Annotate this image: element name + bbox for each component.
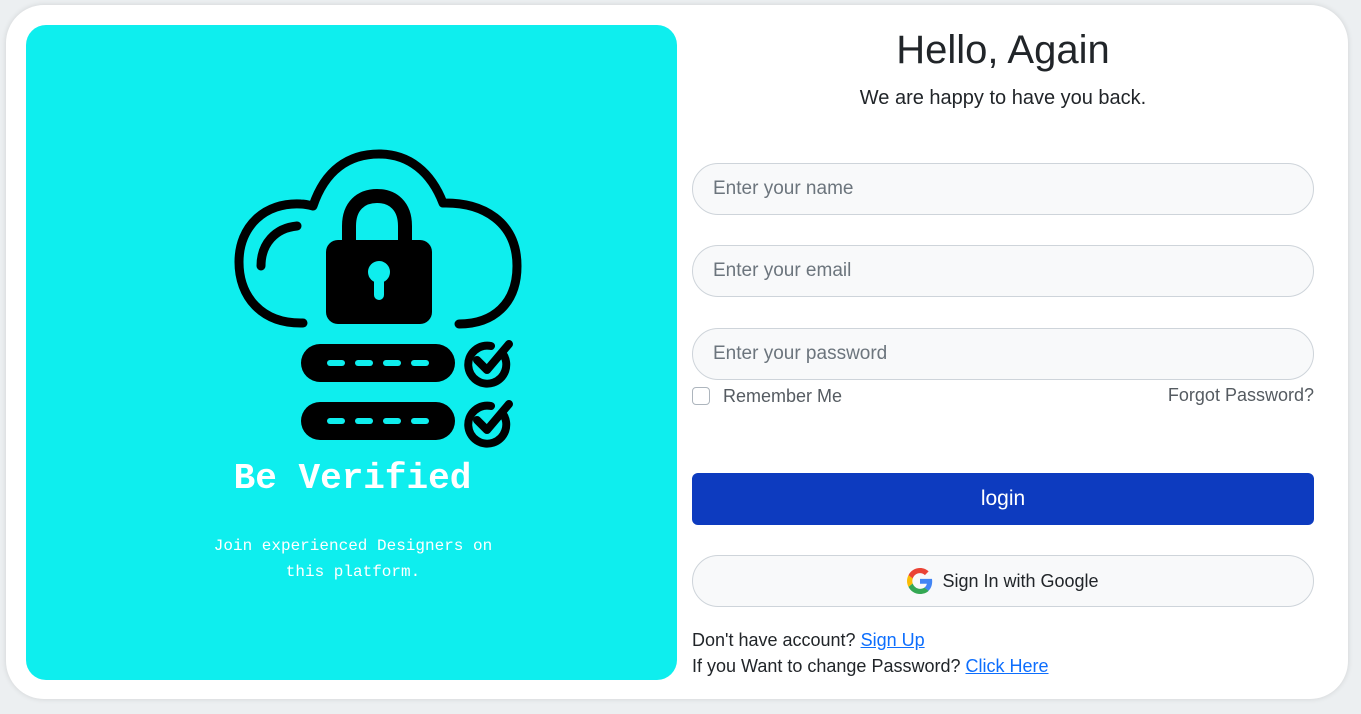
remember-me: Remember Me	[692, 385, 842, 407]
forgot-password-link[interactable]: Forgot Password?	[1168, 385, 1314, 406]
promo-title: Be Verified	[233, 458, 472, 499]
signup-prompt-text: Don't have account?	[692, 630, 856, 650]
change-password-prompt: If you Want to change Password? Click He…	[692, 656, 1049, 677]
change-password-link[interactable]: Click Here	[966, 656, 1049, 676]
page-title: Hello, Again	[896, 28, 1110, 72]
name-input[interactable]	[692, 163, 1314, 215]
signup-prompt: Don't have account? Sign Up	[692, 630, 925, 651]
email-input[interactable]	[692, 245, 1314, 297]
login-button[interactable]: login	[692, 473, 1314, 525]
google-sign-in-button[interactable]: Sign In with Google	[692, 555, 1314, 607]
google-sign-in-label: Sign In with Google	[942, 570, 1099, 591]
change-password-text: If you Want to change Password?	[692, 656, 961, 676]
cloud-lock-icon	[234, 149, 522, 448]
page-subtitle: We are happy to have you back.	[859, 87, 1147, 109]
password-input[interactable]	[692, 328, 1314, 380]
remember-me-checkbox[interactable]	[692, 387, 710, 405]
remember-me-label[interactable]: Remember Me	[723, 386, 842, 407]
promo-text: Join experienced Designers on this platf…	[213, 537, 493, 581]
signup-link[interactable]: Sign Up	[861, 630, 925, 650]
google-icon	[907, 568, 933, 594]
